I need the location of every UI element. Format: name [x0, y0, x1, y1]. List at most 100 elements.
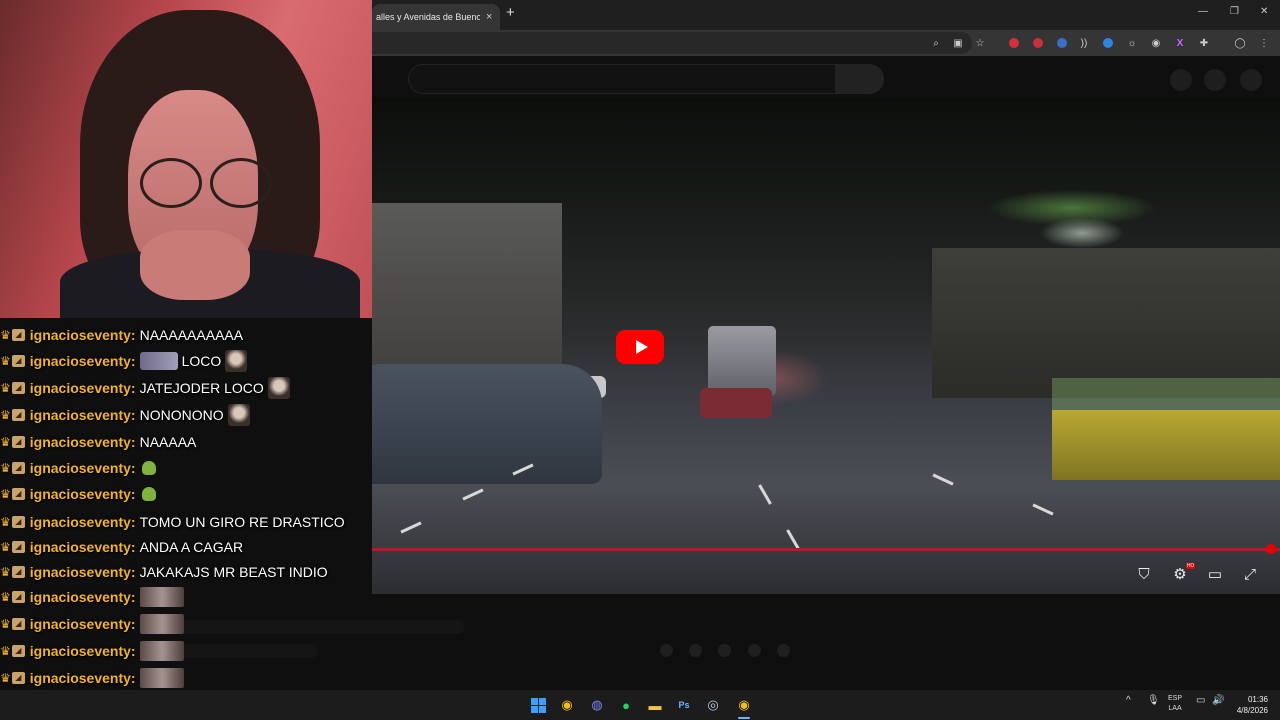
extension-sun-icon[interactable]: ☼ [1124, 35, 1140, 51]
play-button[interactable] [616, 330, 664, 364]
chat-emote [267, 377, 290, 399]
chat-message: ♛ ◢ ignacioseventy: NAAAAA [0, 434, 197, 450]
extension-adblock-icon[interactable] [1006, 35, 1022, 51]
sub-badge-icon: ◢ [11, 672, 25, 684]
progress-scrubber[interactable] [1266, 544, 1276, 554]
windows-start-icon[interactable] [528, 695, 548, 715]
discord-icon[interactable]: ◍ [587, 695, 607, 715]
scene-bus [708, 326, 776, 396]
crown-badge-icon: ♛ [0, 381, 11, 395]
create-icon[interactable] [1170, 69, 1192, 91]
restore-button[interactable]: ❐ [1230, 6, 1239, 17]
notifications-icon[interactable] [1204, 69, 1226, 91]
crown-badge-icon: ♛ [0, 408, 11, 422]
glasses-right [210, 158, 272, 208]
crown-badge-icon: ♛ [0, 487, 11, 501]
chat-text: NAAAAAAAAAA [139, 327, 244, 343]
crown-badge-icon: ♛ [0, 354, 11, 368]
extension-x-icon[interactable]: X [1172, 35, 1188, 51]
extension-mask-icon[interactable]: ◉ [1148, 35, 1164, 51]
frog-emote-icon [141, 487, 156, 501]
crown-badge-icon: ♛ [0, 671, 11, 685]
extension-circle-icon[interactable] [1100, 35, 1116, 51]
taskbar: ◉ ◍ ● ▬ Ps ◎ ◉ ^ 🎙 ESP LAA ▭ 🔊 01:36 4/8… [0, 690, 1280, 720]
settings-gear-icon[interactable]: ⚙ HD [1168, 562, 1195, 586]
chat-message: ♛ ◢ ignacioseventy: ANDA A CAGAR [0, 539, 244, 555]
chat-username: ignacioseventy [29, 380, 131, 396]
scene-yellow-wall [1052, 410, 1280, 480]
chat-message: ♛◢ ignacioseventy: [0, 455, 156, 481]
video-player[interactable]: ⛉ ⚙ HD ▭ ⤢ [372, 98, 1280, 594]
chat-username: ignacioseventy [29, 514, 131, 530]
chat-image-emote [139, 614, 184, 634]
search-input[interactable] [408, 64, 836, 94]
tray-chevron-icon[interactable]: ^ [1126, 695, 1131, 706]
spotify-icon[interactable]: ● [616, 695, 636, 715]
tab-title: alles y Avenidas de Buenos Ai [376, 12, 480, 22]
theater-mode-icon[interactable]: ▭ [1203, 562, 1227, 586]
steam-icon[interactable]: ◎ [703, 695, 723, 715]
volume-icon[interactable]: 🔊 [1212, 695, 1224, 706]
chat-username: ignacioseventy [29, 670, 131, 686]
sub-badge-icon: ◢ [11, 436, 25, 448]
youtube-header [372, 56, 1280, 100]
profile-icon[interactable]: ◯ [1232, 35, 1248, 51]
clock-date: 4/8/2026 [1236, 706, 1268, 715]
loading-dot [689, 644, 702, 657]
loading-dot [748, 644, 761, 657]
zoom-icon[interactable]: ⌕ [928, 35, 944, 51]
chat-image-emote [139, 668, 184, 688]
language-indicator[interactable]: ESP LAA [1168, 694, 1182, 714]
chat-username: ignacioseventy [29, 460, 131, 476]
chat-username: ignacioseventy [29, 643, 131, 659]
extension-blue-icon[interactable] [1054, 35, 1070, 51]
menu-dots-icon[interactable]: ⋮ [1256, 35, 1272, 51]
sub-badge-icon: ◢ [11, 462, 25, 474]
extensions-puzzle-icon[interactable]: ✚ [1196, 35, 1212, 51]
progress-bar[interactable] [372, 548, 1280, 551]
browser-tab[interactable]: alles y Avenidas de Buenos Ai × [372, 4, 500, 30]
extension-red-icon[interactable] [1030, 35, 1046, 51]
chat-text: NAAAAA [139, 434, 197, 450]
search-button[interactable] [836, 64, 884, 94]
lane-marking [400, 521, 422, 534]
chat-image-emote [139, 641, 184, 661]
account-avatar[interactable] [1240, 69, 1262, 91]
network-icon[interactable]: ▭ [1196, 695, 1205, 706]
frog-emote-icon [141, 461, 156, 475]
new-tab-button[interactable]: + [506, 4, 515, 21]
subtitle-skeleton [182, 644, 317, 658]
file-explorer-icon[interactable]: ▬ [645, 695, 665, 715]
hd-badge: HD [1185, 563, 1195, 569]
browser-toolbar: ⌕ ▣ ☆ )) ☼ ◉ X ✚ ◯ ⋮ [372, 30, 1280, 56]
microphone-icon[interactable]: 🎙 [1147, 695, 1160, 706]
chrome-icon[interactable]: ◉ [557, 695, 577, 715]
glasses-left [140, 158, 202, 208]
shield-icon[interactable]: ⛉ [1132, 562, 1156, 586]
tab-close-icon[interactable]: × [486, 11, 492, 23]
sub-badge-icon: ◢ [11, 382, 25, 394]
cast-icon[interactable]: ▣ [950, 35, 966, 51]
system-clock[interactable]: 01:36 4/8/2026 [1232, 694, 1268, 716]
address-bar[interactable] [372, 32, 972, 54]
chat-text: LOCO [181, 353, 222, 369]
chat-image-emote [139, 587, 184, 607]
photoshop-icon[interactable]: Ps [674, 695, 694, 715]
chat-text: NONONONO [139, 407, 224, 423]
chat-username: ignacioseventy [29, 434, 131, 450]
extension-audio-icon[interactable]: )) [1076, 35, 1092, 51]
chrome-active-icon[interactable]: ◉ [734, 695, 754, 715]
bookmark-star-icon[interactable]: ☆ [972, 35, 988, 51]
chat-message: ♛ ◢ ignacioseventy: JAKAKAJS MR BEAST IND… [0, 564, 328, 580]
minimize-button[interactable]: — [1198, 6, 1208, 17]
chat-username: ignacioseventy [29, 407, 131, 423]
chat-message: ♛ ◢ ignacioseventy: LOCO [0, 348, 248, 374]
crown-badge-icon: ♛ [0, 515, 11, 529]
crown-badge-icon: ♛ [0, 617, 11, 631]
chat-message: ♛◢ ignacioseventy: [0, 638, 184, 664]
chat-message: ♛◢ ignacioseventy: [0, 665, 184, 691]
fullscreen-icon[interactable]: ⤢ [1238, 562, 1262, 586]
chat-text: JATEJODER LOCO [139, 380, 264, 396]
scene-parked-car [372, 364, 602, 484]
close-window-button[interactable]: ✕ [1260, 6, 1268, 17]
